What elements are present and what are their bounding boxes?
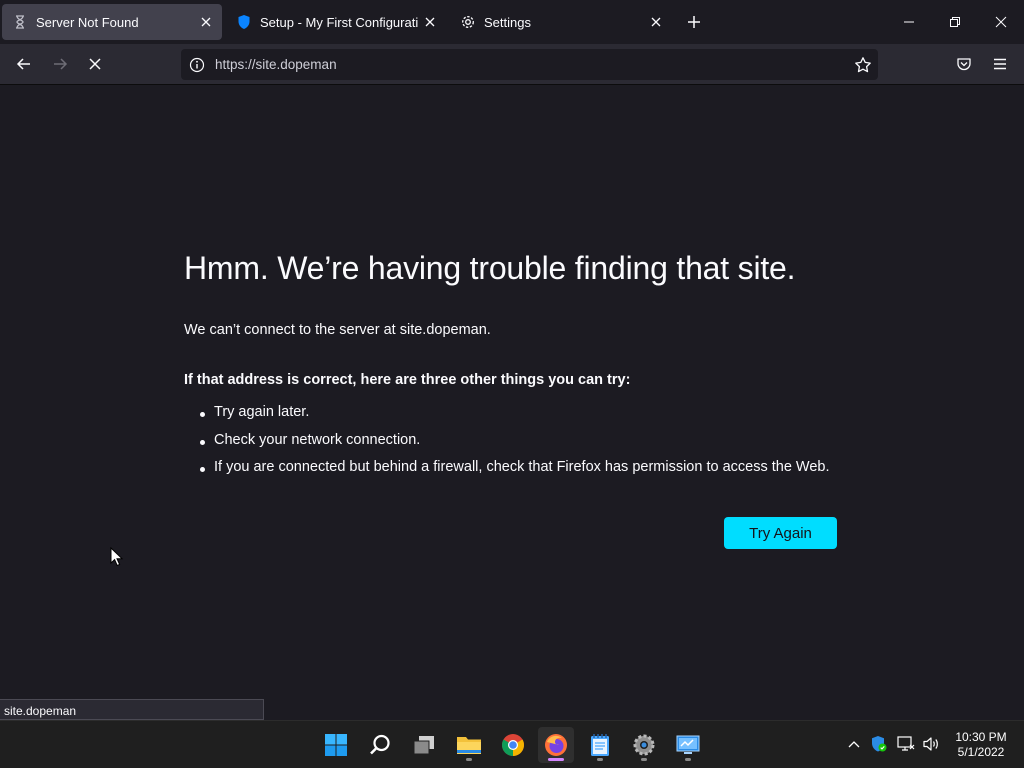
list-item: If you are connected but behind a firewa…	[200, 459, 830, 487]
task-view-icon[interactable]	[406, 727, 442, 763]
status-bar: site.dopeman	[0, 699, 264, 720]
try-again-button[interactable]: Try Again	[724, 517, 837, 549]
address-bar[interactable]: https://site.dopeman	[181, 49, 878, 80]
chevron-up-icon[interactable]	[843, 733, 865, 755]
file-explorer-icon[interactable]	[451, 727, 487, 763]
mouse-cursor-icon	[110, 546, 124, 567]
control-panel-icon[interactable]	[670, 727, 706, 763]
tab-label: Setup - My First Configuration	[260, 14, 418, 30]
shield-icon	[236, 14, 252, 30]
bookmark-star-icon[interactable]	[852, 54, 874, 76]
gear-icon	[460, 14, 476, 30]
notepad-icon[interactable]	[582, 727, 618, 763]
error-page: Hmm. We’re having trouble finding that s…	[184, 250, 884, 549]
windows-security-icon[interactable]	[868, 733, 890, 755]
navigation-toolbar: https://site.dopeman	[0, 44, 1024, 85]
forward-button[interactable]	[46, 50, 74, 78]
tab-label: Settings	[484, 14, 531, 30]
minimize-button[interactable]	[895, 8, 923, 36]
close-window-button[interactable]	[987, 8, 1015, 36]
hourglass-icon	[12, 14, 28, 30]
site-info-icon[interactable]	[188, 56, 206, 74]
taskbar: 10:30 PM 5/1/2022	[0, 720, 1024, 768]
close-tab-icon[interactable]	[418, 10, 442, 34]
close-tab-icon[interactable]	[644, 10, 668, 34]
new-tab-button[interactable]	[682, 10, 706, 34]
tab-server-not-found[interactable]: Server Not Found	[2, 4, 222, 40]
menu-icon[interactable]	[986, 50, 1014, 78]
suggestions-list: Try again later. Check your network conn…	[200, 404, 830, 487]
tab-setup[interactable]: Setup - My First Configuration	[226, 4, 446, 40]
suggestions-heading: If that address is correct, here are thr…	[184, 372, 631, 388]
error-description: We can’t connect to the server at site.d…	[184, 322, 491, 338]
clock-date: 5/1/2022	[957, 745, 1005, 759]
chrome-icon[interactable]	[495, 727, 531, 763]
restore-button[interactable]	[941, 8, 969, 36]
network-icon[interactable]	[895, 733, 917, 755]
system-clock[interactable]: 10:30 PM 5/1/2022	[948, 730, 1014, 760]
clock-time: 10:30 PM	[955, 730, 1007, 744]
stop-loading-button[interactable]	[81, 50, 109, 78]
search-icon[interactable]	[362, 727, 398, 763]
page-title: Hmm. We’re having trouble finding that s…	[184, 250, 796, 286]
list-item: Check your network connection.	[200, 432, 830, 460]
volume-icon[interactable]	[920, 733, 942, 755]
settings-icon[interactable]	[626, 727, 662, 763]
start-icon[interactable]	[318, 727, 354, 763]
tab-settings[interactable]: Settings	[450, 4, 672, 40]
tab-strip: Server Not Found Setup - My First Config…	[0, 0, 1024, 44]
close-tab-icon[interactable]	[194, 10, 218, 34]
tab-label: Server Not Found	[36, 14, 139, 30]
url-text[interactable]: https://site.dopeman	[215, 57, 852, 72]
pocket-icon[interactable]	[950, 50, 978, 78]
firefox-icon[interactable]	[538, 727, 574, 763]
back-button[interactable]	[10, 50, 38, 78]
list-item: Try again later.	[200, 404, 830, 432]
